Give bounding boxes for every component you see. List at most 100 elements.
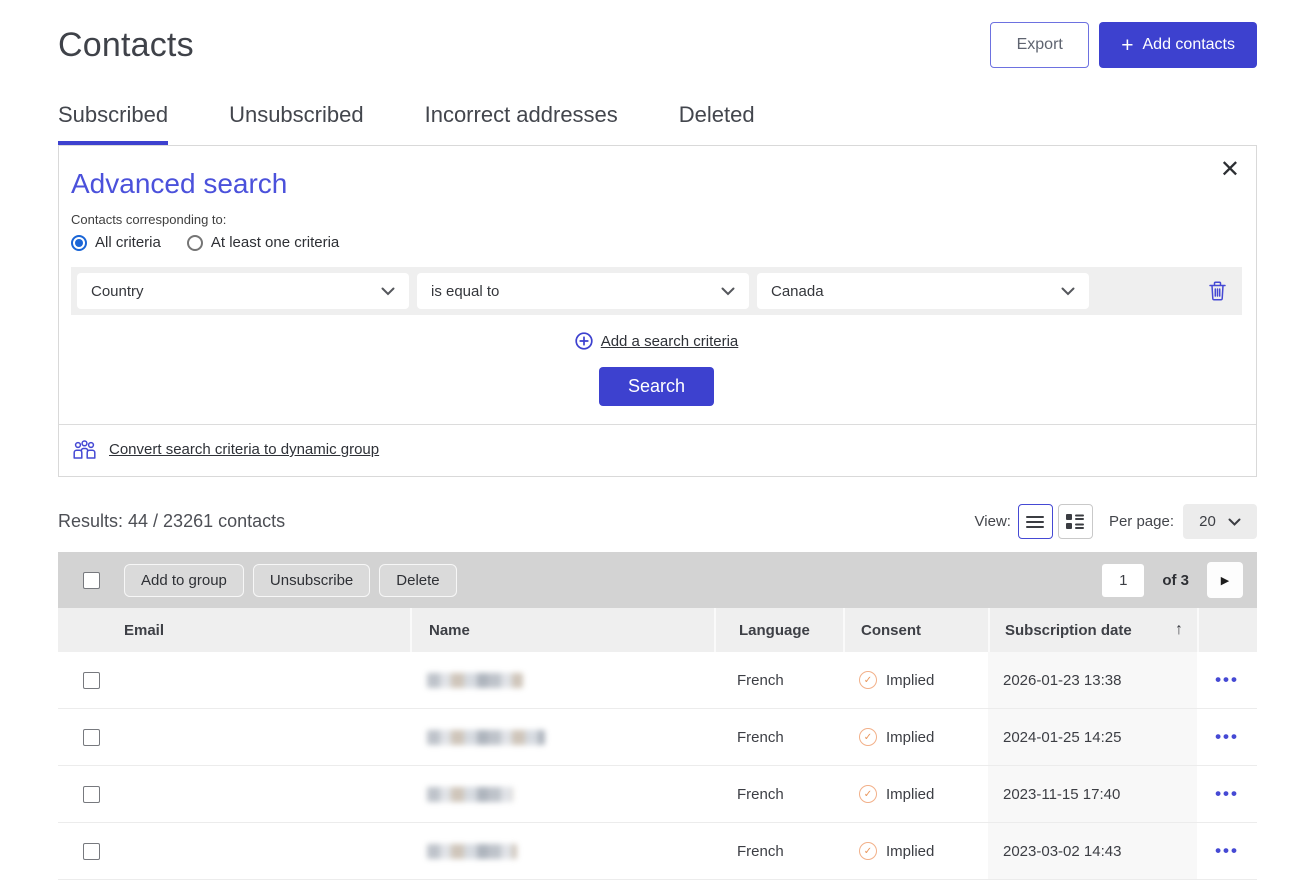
view-toggle (1018, 504, 1093, 539)
chevron-down-icon (1228, 518, 1241, 526)
bulk-buttons: Add to group Unsubscribe Delete (124, 564, 457, 597)
per-page-select[interactable]: 20 (1183, 504, 1257, 539)
redacted-name (427, 730, 545, 745)
search-button[interactable]: Search (599, 367, 714, 406)
delete-criteria-button[interactable] (1203, 281, 1232, 301)
consent-check-icon: ✓ (859, 842, 877, 860)
row-actions-cell: ••• (1197, 766, 1257, 822)
card-view-button[interactable] (1058, 504, 1093, 539)
column-header-consent[interactable]: Consent (843, 608, 988, 652)
row-checkbox-cell (58, 786, 124, 803)
pagination: of 3 ▶ (1102, 562, 1257, 598)
row-checkbox-cell (58, 729, 124, 746)
name-cell (410, 652, 714, 708)
per-page-label: Per page: (1109, 513, 1174, 530)
row-actions-cell: ••• (1197, 652, 1257, 708)
redacted-name (427, 787, 513, 802)
bulk-actions-toolbar: Add to group Unsubscribe Delete of 3 ▶ (58, 552, 1257, 608)
convert-to-dynamic-group-link[interactable]: Convert search criteria to dynamic group (109, 441, 379, 458)
row-checkbox[interactable] (83, 843, 100, 860)
tab-subscribed[interactable]: Subscribed (58, 102, 168, 145)
list-view-icon (1026, 515, 1044, 529)
select-all-checkbox[interactable] (83, 572, 100, 589)
add-to-group-button[interactable]: Add to group (124, 564, 244, 597)
column-header-language[interactable]: Language (714, 608, 843, 652)
consent-check-icon: ✓ (859, 785, 877, 803)
language-cell: French (714, 823, 843, 879)
column-header-email[interactable]: Email (124, 622, 410, 639)
row-checkbox[interactable] (83, 729, 100, 746)
radio-all-criteria-label: All criteria (95, 234, 161, 251)
radio-unselected-icon (187, 235, 203, 251)
contacts-tabs: Subscribed Unsubscribed Incorrect addres… (0, 68, 1306, 145)
tab-deleted[interactable]: Deleted (679, 102, 755, 145)
consent-value: Implied (886, 729, 934, 746)
results-bar: Results: 44 / 23261 contacts View: (58, 504, 1257, 539)
column-header-name[interactable]: Name (410, 608, 714, 652)
radio-at-least-one-criteria[interactable]: At least one criteria (187, 234, 339, 251)
subscription-date-cell: 2024-01-25 14:25 (988, 709, 1197, 765)
sort-ascending-icon[interactable]: ↑ (1175, 621, 1183, 639)
row-menu-icon[interactable]: ••• (1215, 670, 1239, 690)
trash-icon (1209, 281, 1226, 301)
consent-cell: ✓ Implied (843, 766, 988, 822)
tab-incorrect-addresses[interactable]: Incorrect addresses (425, 102, 618, 145)
list-view-button[interactable] (1018, 504, 1053, 539)
add-search-criteria-link[interactable]: Add a search criteria (601, 333, 739, 350)
redacted-name (427, 844, 517, 859)
advanced-search-title: Advanced search (71, 168, 1242, 200)
row-menu-icon[interactable]: ••• (1215, 784, 1239, 804)
column-header-actions (1197, 608, 1257, 652)
row-checkbox[interactable] (83, 786, 100, 803)
circle-plus-icon (575, 332, 593, 350)
add-criteria-row: Add a search criteria (71, 332, 1242, 350)
row-checkbox[interactable] (83, 672, 100, 689)
name-cell (410, 766, 714, 822)
search-criteria-row: Country is equal to Canada (71, 267, 1242, 315)
per-page-value: 20 (1199, 513, 1216, 530)
contacts-table: Add to group Unsubscribe Delete of 3 ▶ E… (58, 552, 1257, 880)
page-total-label: of 3 (1162, 572, 1189, 589)
view-label: View: (975, 513, 1011, 530)
results-controls: View: (975, 504, 1257, 539)
page-number-input[interactable] (1102, 564, 1144, 597)
consent-check-icon: ✓ (859, 728, 877, 746)
advanced-search-panel: ✕ Advanced search Contacts corresponding… (58, 145, 1257, 477)
export-button[interactable]: Export (990, 22, 1089, 68)
criteria-operator-value: is equal to (431, 283, 499, 300)
criteria-field-select[interactable]: Country (77, 273, 409, 309)
name-cell (410, 709, 714, 765)
row-actions-cell: ••• (1197, 709, 1257, 765)
table-header-row: Email Name Language Consent Subscription… (58, 608, 1257, 652)
row-menu-icon[interactable]: ••• (1215, 841, 1239, 861)
column-header-subscription-date[interactable]: Subscription date ↑ (988, 608, 1197, 652)
consent-cell: ✓ Implied (843, 823, 988, 879)
subscription-date-cell: 2023-11-15 17:40 (988, 766, 1197, 822)
language-cell: French (714, 709, 843, 765)
name-cell (410, 823, 714, 879)
subscription-date-label: Subscription date (1005, 622, 1132, 639)
row-menu-icon[interactable]: ••• (1215, 727, 1239, 747)
criteria-operator-select[interactable]: is equal to (417, 273, 749, 309)
tab-unsubscribed[interactable]: Unsubscribed (229, 102, 364, 145)
subscription-date-cell: 2023-03-02 14:43 (988, 823, 1197, 879)
criteria-value-select[interactable]: Canada (757, 273, 1089, 309)
language-cell: French (714, 652, 843, 708)
criteria-field-value: Country (91, 283, 144, 300)
table-row: French ✓ Implied 2024-01-25 14:25 ••• (58, 709, 1257, 766)
header-actions: Export + Add contacts (990, 22, 1257, 68)
chevron-down-icon (1061, 287, 1075, 296)
radio-all-criteria[interactable]: All criteria (71, 234, 161, 251)
unsubscribe-button[interactable]: Unsubscribe (253, 564, 370, 597)
next-page-button[interactable]: ▶ (1207, 562, 1243, 598)
consent-cell: ✓ Implied (843, 709, 988, 765)
next-page-icon: ▶ (1221, 575, 1229, 587)
results-count: Results: 44 / 23261 contacts (58, 511, 285, 532)
close-icon[interactable]: ✕ (1220, 158, 1240, 182)
chevron-down-icon (381, 287, 395, 296)
select-all-cell (58, 572, 124, 589)
delete-button[interactable]: Delete (379, 564, 456, 597)
add-contacts-button[interactable]: + Add contacts (1099, 22, 1257, 68)
row-checkbox-cell (58, 672, 124, 689)
page-header: Contacts Export + Add contacts (58, 0, 1257, 68)
